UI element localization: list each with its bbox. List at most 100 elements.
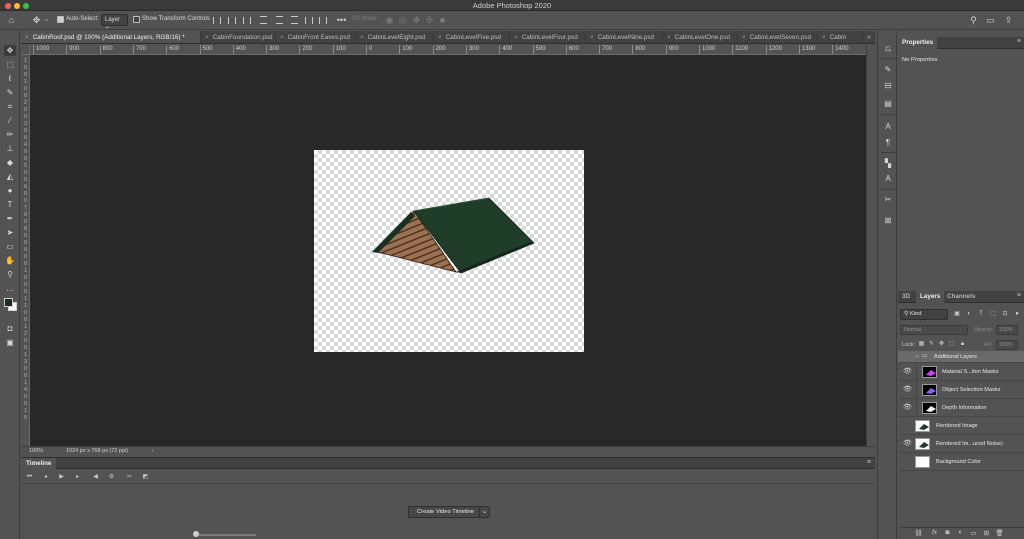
share-icon[interactable]: ⇪ (1003, 15, 1014, 26)
fill-field[interactable]: 100% (996, 340, 1018, 350)
lock-all-icon[interactable]: 🔒︎ (959, 341, 966, 348)
opacity-field[interactable]: 100% (996, 325, 1018, 335)
3d-slide-icon[interactable]: ✣ (424, 15, 435, 26)
close-tab-icon[interactable]: × (667, 34, 671, 41)
marquee-tool-icon[interactable]: ⬚ (4, 59, 16, 70)
close-tab-icon[interactable]: × (514, 34, 518, 41)
timeline-title[interactable]: Timeline (21, 458, 57, 469)
layer-row[interactable]: 👁︎ Material S...tion Masks (898, 363, 1024, 381)
next-frame-icon[interactable]: ▸ (73, 473, 82, 481)
zoom-slider-track[interactable] (196, 534, 256, 536)
play-icon[interactable]: ▶ (57, 473, 66, 481)
3d-pan-icon[interactable]: ✥ (411, 15, 422, 26)
add-mask-icon[interactable]: ◙ (943, 529, 952, 536)
ruler-origin[interactable] (21, 45, 30, 55)
close-tab-icon[interactable]: × (280, 34, 284, 41)
canvas-area[interactable] (30, 55, 866, 446)
lock-image-icon[interactable]: ✎ (928, 341, 935, 348)
visibility-toggle[interactable] (903, 353, 911, 361)
align-bottom-icon[interactable] (291, 16, 298, 24)
tab-cabinleveleight[interactable]: × CabinLevelEight.psd (356, 31, 434, 43)
zoom-slider-handle[interactable] (193, 531, 199, 537)
3d-orbit-icon[interactable]: ◉ (384, 15, 395, 26)
eye-icon[interactable]: 👁︎ (903, 386, 912, 394)
first-frame-icon[interactable]: ⏮ (25, 473, 34, 481)
hand-tool-icon[interactable]: ✋ (4, 255, 16, 266)
auto-select-target-dropdown[interactable]: Layer ⌄ (101, 14, 128, 30)
move-tool-icon[interactable]: ✥ (4, 45, 16, 56)
libraries-icon[interactable]: ▤ (882, 98, 894, 109)
eyedropper-tool-icon[interactable]: ⁄ (4, 115, 16, 126)
eraser-tool-icon[interactable]: ◆ (4, 157, 16, 168)
tab-cabinfoundation[interactable]: × CabinFoundation.psd (201, 31, 276, 43)
character-icon[interactable]: A (882, 121, 894, 132)
link-layers-icon[interactable]: ⛓ (914, 529, 923, 537)
paragraph-icon[interactable]: ¶ (882, 137, 894, 148)
screen-mode-icon[interactable]: ▣ (4, 337, 16, 348)
layer-row[interactable]: 👁︎ Depth Information (898, 399, 1024, 417)
align-left-icon[interactable] (213, 17, 221, 24)
adjustments-icon[interactable]: ⊟ (882, 80, 894, 91)
chevron-down-icon[interactable]: ⌄ (41, 15, 52, 26)
lasso-tool-icon[interactable]: ℓ (4, 73, 16, 84)
quick-selection-tool-icon[interactable]: ✎ (4, 87, 16, 98)
delete-layer-icon[interactable]: 🗑︎ (995, 529, 1004, 537)
edit-toolbar-icon[interactable]: … (4, 283, 16, 294)
filter-type-icon[interactable]: T (977, 310, 985, 318)
new-layer-icon[interactable]: ⊞ (982, 529, 991, 537)
filter-pixel-icon[interactable]: ▣ (953, 310, 961, 318)
new-group-icon[interactable]: ▭ (969, 529, 978, 537)
brush-tool-icon[interactable]: ✏ (4, 129, 16, 140)
clone-stamp-tool-icon[interactable]: ⊥ (4, 143, 16, 154)
close-tab-icon[interactable]: × (25, 34, 29, 41)
lock-artboard-icon[interactable]: ⬚ (948, 341, 955, 348)
layer-row[interactable]: Background Color (898, 453, 1024, 471)
document-info[interactable]: 1024 px x 768 px (72 ppi) (66, 448, 128, 454)
tab-cabinlevelfour[interactable]: × CabinLevelFour.psd (510, 31, 586, 43)
horizontal-ruler[interactable]: 1000 900 800 700 600 500 400 300 200 100 0 100 200 30… (30, 45, 866, 55)
filter-kind-dropdown[interactable]: ⚲ Kind (900, 309, 948, 320)
eye-icon[interactable]: 👁︎ (903, 404, 912, 412)
panel-menu-icon[interactable]: ≡ (1017, 292, 1021, 299)
layer-row[interactable]: Rendered Image (898, 417, 1024, 435)
tab-cabinroof[interactable]: × CabinRoof.psd @ 100% (Additional Layers… (21, 31, 201, 43)
distribute-center-icon[interactable] (319, 17, 327, 24)
filter-toggle-icon[interactable]: ● (1013, 310, 1021, 318)
tab-cabin-overflow[interactable]: × Cabin (818, 31, 863, 43)
audio-icon[interactable]: ◀ (91, 473, 100, 481)
close-tab-icon[interactable]: × (822, 34, 826, 41)
split-icon[interactable]: ✂ (125, 473, 134, 481)
timeline-type-dropdown[interactable]: ⌄ (479, 506, 490, 518)
character-styles-icon[interactable]: A (882, 173, 894, 184)
layer-row[interactable]: 👁︎ Object Selection Masks (898, 381, 1024, 399)
lock-position-icon[interactable]: ✥ (938, 341, 945, 348)
close-tab-icon[interactable]: × (205, 34, 209, 41)
lock-transparent-icon[interactable]: ▦ (918, 341, 925, 348)
visibility-toggle[interactable] (903, 422, 911, 430)
quick-mask-icon[interactable]: ◘ (4, 323, 16, 334)
pen-tool-icon[interactable]: ✒ (4, 213, 16, 224)
filter-adjustment-icon[interactable]: ◐ (965, 310, 973, 318)
eye-icon[interactable]: 👁︎ (903, 368, 912, 376)
tab-cabinlevelone[interactable]: × CabinLevelOne.psd (663, 31, 738, 43)
blend-mode-dropdown[interactable]: Normal (900, 325, 968, 335)
search-icon[interactable]: ⚲ (968, 15, 979, 26)
visibility-toggle[interactable] (903, 458, 911, 466)
more-options-icon[interactable]: ••• (336, 15, 347, 26)
panel-menu-icon[interactable]: ≡ (1017, 38, 1021, 45)
tab-cabinfront-eaves[interactable]: × CabinFront Eaves.psd (276, 31, 356, 43)
align-horizontal-center-icon[interactable] (228, 17, 236, 24)
tab-cabinlevelfive[interactable]: × CabinLevelFive.psd (434, 31, 510, 43)
filter-shape-icon[interactable]: ⬚ (989, 310, 997, 318)
align-vertical-center-icon[interactable] (276, 16, 283, 24)
align-right-icon[interactable] (243, 17, 251, 24)
measurement-icon[interactable]: ⊠ (882, 215, 894, 226)
brush-settings-icon[interactable]: ✎ (882, 64, 894, 75)
close-tab-icon[interactable]: × (742, 34, 746, 41)
previous-frame-icon[interactable]: ◂ (41, 473, 50, 481)
tab-layers[interactable]: Layers (916, 291, 945, 303)
chevron-right-icon[interactable]: › (152, 448, 154, 454)
home-icon[interactable]: ⌂ (6, 15, 17, 26)
tab-3d[interactable]: 3D (898, 291, 914, 303)
chevron-down-icon[interactable]: ⌄ (915, 353, 920, 359)
